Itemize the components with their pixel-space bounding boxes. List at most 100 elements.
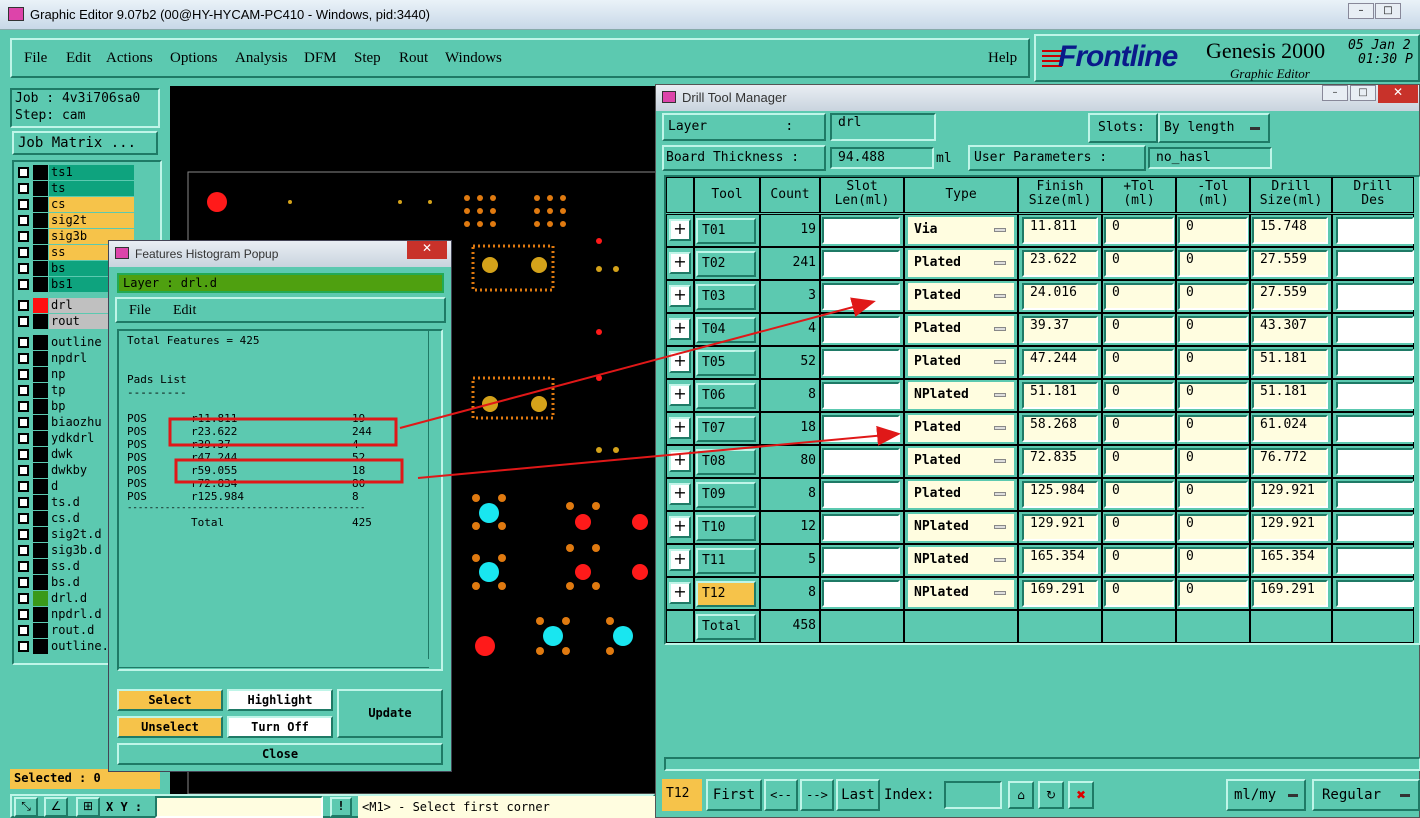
column-header[interactable]: Slot Len(ml) xyxy=(820,177,904,213)
finish-size-input[interactable]: 11.811 xyxy=(1022,217,1098,244)
layer-checkbox[interactable] xyxy=(18,529,29,540)
minus-tol-input[interactable]: 0 xyxy=(1178,481,1248,508)
slot-length-input[interactable] xyxy=(822,547,900,574)
drill-size-input[interactable]: 27.559 xyxy=(1252,283,1328,310)
menu-dfm[interactable]: DFM xyxy=(304,50,337,67)
tool-button[interactable]: T07 xyxy=(696,416,756,442)
column-header[interactable]: Drill Size(ml) xyxy=(1250,177,1332,213)
plus-tol-input[interactable]: 0 xyxy=(1104,382,1174,409)
layer-checkbox[interactable] xyxy=(18,545,29,556)
plus-tol-input[interactable]: 0 xyxy=(1104,580,1174,607)
plus-tol-input[interactable]: 0 xyxy=(1104,349,1174,376)
minus-tol-input[interactable]: 0 xyxy=(1178,382,1248,409)
drill-size-input[interactable]: 165.354 xyxy=(1252,547,1328,574)
layer-name[interactable]: cs xyxy=(49,197,134,212)
layer-row-ts1[interactable]: ts1 xyxy=(16,165,158,180)
type-dropdown[interactable]: Via xyxy=(908,217,1014,244)
dtm-close-icon[interactable]: ✕ xyxy=(1378,85,1418,103)
layer-checkbox[interactable] xyxy=(18,593,29,604)
layer-color-swatch[interactable] xyxy=(33,277,48,292)
units-dropdown[interactable]: ml/my xyxy=(1226,779,1306,811)
update-button[interactable]: Update xyxy=(337,689,443,738)
slot-length-input[interactable] xyxy=(822,316,900,343)
layer-color-swatch[interactable] xyxy=(33,559,48,574)
tool-button[interactable]: T09 xyxy=(696,482,756,508)
menu-windows[interactable]: Windows xyxy=(445,50,502,67)
drill-des-input[interactable] xyxy=(1336,481,1414,508)
layer-color-swatch[interactable] xyxy=(33,261,48,276)
layer-checkbox[interactable] xyxy=(18,625,29,636)
menu-edit[interactable]: Edit xyxy=(66,50,91,67)
lock-icon[interactable]: ⌂ xyxy=(1008,781,1034,809)
layer-checkbox[interactable] xyxy=(18,481,29,492)
layer-name[interactable]: ts xyxy=(49,181,134,196)
layer-color-swatch[interactable] xyxy=(33,314,48,329)
drill-des-input[interactable] xyxy=(1336,349,1414,376)
unselect-button[interactable]: Unselect xyxy=(117,716,223,738)
layer-checkbox[interactable] xyxy=(18,497,29,508)
type-dropdown[interactable]: Plated xyxy=(908,415,1014,442)
info-icon[interactable]: ! xyxy=(330,797,352,817)
expand-tool-icon[interactable]: + xyxy=(669,384,691,406)
type-dropdown[interactable]: Plated xyxy=(908,250,1014,277)
minus-tol-input[interactable]: 0 xyxy=(1178,217,1248,244)
layer-checkbox[interactable] xyxy=(18,231,29,242)
mode-dropdown[interactable]: Regular xyxy=(1312,779,1420,811)
layer-checkbox[interactable] xyxy=(18,167,29,178)
layer-checkbox[interactable] xyxy=(18,433,29,444)
type-dropdown[interactable]: Plated xyxy=(908,349,1014,376)
drill-size-input[interactable]: 15.748 xyxy=(1252,217,1328,244)
drill-des-input[interactable] xyxy=(1336,415,1414,442)
menu-options[interactable]: Options xyxy=(170,50,218,67)
reload-icon[interactable]: ↻ xyxy=(1038,781,1064,809)
last-button[interactable]: Last xyxy=(836,779,880,811)
layer-checkbox[interactable] xyxy=(18,385,29,396)
plus-tol-input[interactable]: 0 xyxy=(1104,448,1174,475)
finish-size-input[interactable]: 169.291 xyxy=(1022,580,1098,607)
layer-row-cs[interactable]: cs xyxy=(16,197,158,212)
drill-des-input[interactable] xyxy=(1336,316,1414,343)
layer-value[interactable]: drl xyxy=(830,113,936,141)
minus-tol-input[interactable]: 0 xyxy=(1178,250,1248,277)
minus-tol-input[interactable]: 0 xyxy=(1178,514,1248,541)
histogram-hscrollbar[interactable] xyxy=(119,667,429,677)
slot-length-input[interactable] xyxy=(822,349,900,376)
layer-color-swatch[interactable] xyxy=(33,229,48,244)
minus-tol-input[interactable]: 0 xyxy=(1178,547,1248,574)
layer-color-swatch[interactable] xyxy=(33,351,48,366)
drill-des-input[interactable] xyxy=(1336,250,1414,277)
delete-icon[interactable]: ✖ xyxy=(1068,781,1094,809)
dtm-maximize-icon[interactable]: □ xyxy=(1350,85,1376,101)
tool-button[interactable]: T11 xyxy=(696,548,756,574)
help-menu[interactable]: Help xyxy=(988,50,1017,67)
expand-tool-icon[interactable]: + xyxy=(669,219,691,241)
expand-tool-icon[interactable]: + xyxy=(669,516,691,538)
expand-tool-icon[interactable]: + xyxy=(669,417,691,439)
layer-color-swatch[interactable] xyxy=(33,415,48,430)
tool-button[interactable]: T02 xyxy=(696,251,756,277)
layer-checkbox[interactable] xyxy=(18,465,29,476)
layer-checkbox[interactable] xyxy=(18,577,29,588)
layer-color-swatch[interactable] xyxy=(33,181,48,196)
layer-checkbox[interactable] xyxy=(18,417,29,428)
next-button[interactable]: --> xyxy=(800,779,834,811)
menu-step[interactable]: Step xyxy=(354,50,381,67)
minus-tol-input[interactable]: 0 xyxy=(1178,283,1248,310)
expand-tool-icon[interactable]: + xyxy=(669,318,691,340)
layer-row-ts[interactable]: ts xyxy=(16,181,158,196)
tool-button[interactable]: T01 xyxy=(696,218,756,244)
tool-button[interactable]: T05 xyxy=(696,350,756,376)
drill-des-input[interactable] xyxy=(1336,580,1414,607)
dtm-hscrollbar[interactable] xyxy=(664,757,1420,771)
expand-tool-icon[interactable]: + xyxy=(669,252,691,274)
finish-size-input[interactable]: 23.622 xyxy=(1022,250,1098,277)
layer-checkbox[interactable] xyxy=(18,199,29,210)
minimize-icon[interactable]: – xyxy=(1348,3,1374,19)
tool-button[interactable]: T10 xyxy=(696,515,756,541)
drill-size-input[interactable]: 43.307 xyxy=(1252,316,1328,343)
drill-size-input[interactable]: 129.921 xyxy=(1252,481,1328,508)
tool-button[interactable]: T06 xyxy=(696,383,756,409)
layer-checkbox[interactable] xyxy=(18,316,29,327)
finish-size-input[interactable]: 24.016 xyxy=(1022,283,1098,310)
angle-icon[interactable]: ∠ xyxy=(44,797,68,817)
